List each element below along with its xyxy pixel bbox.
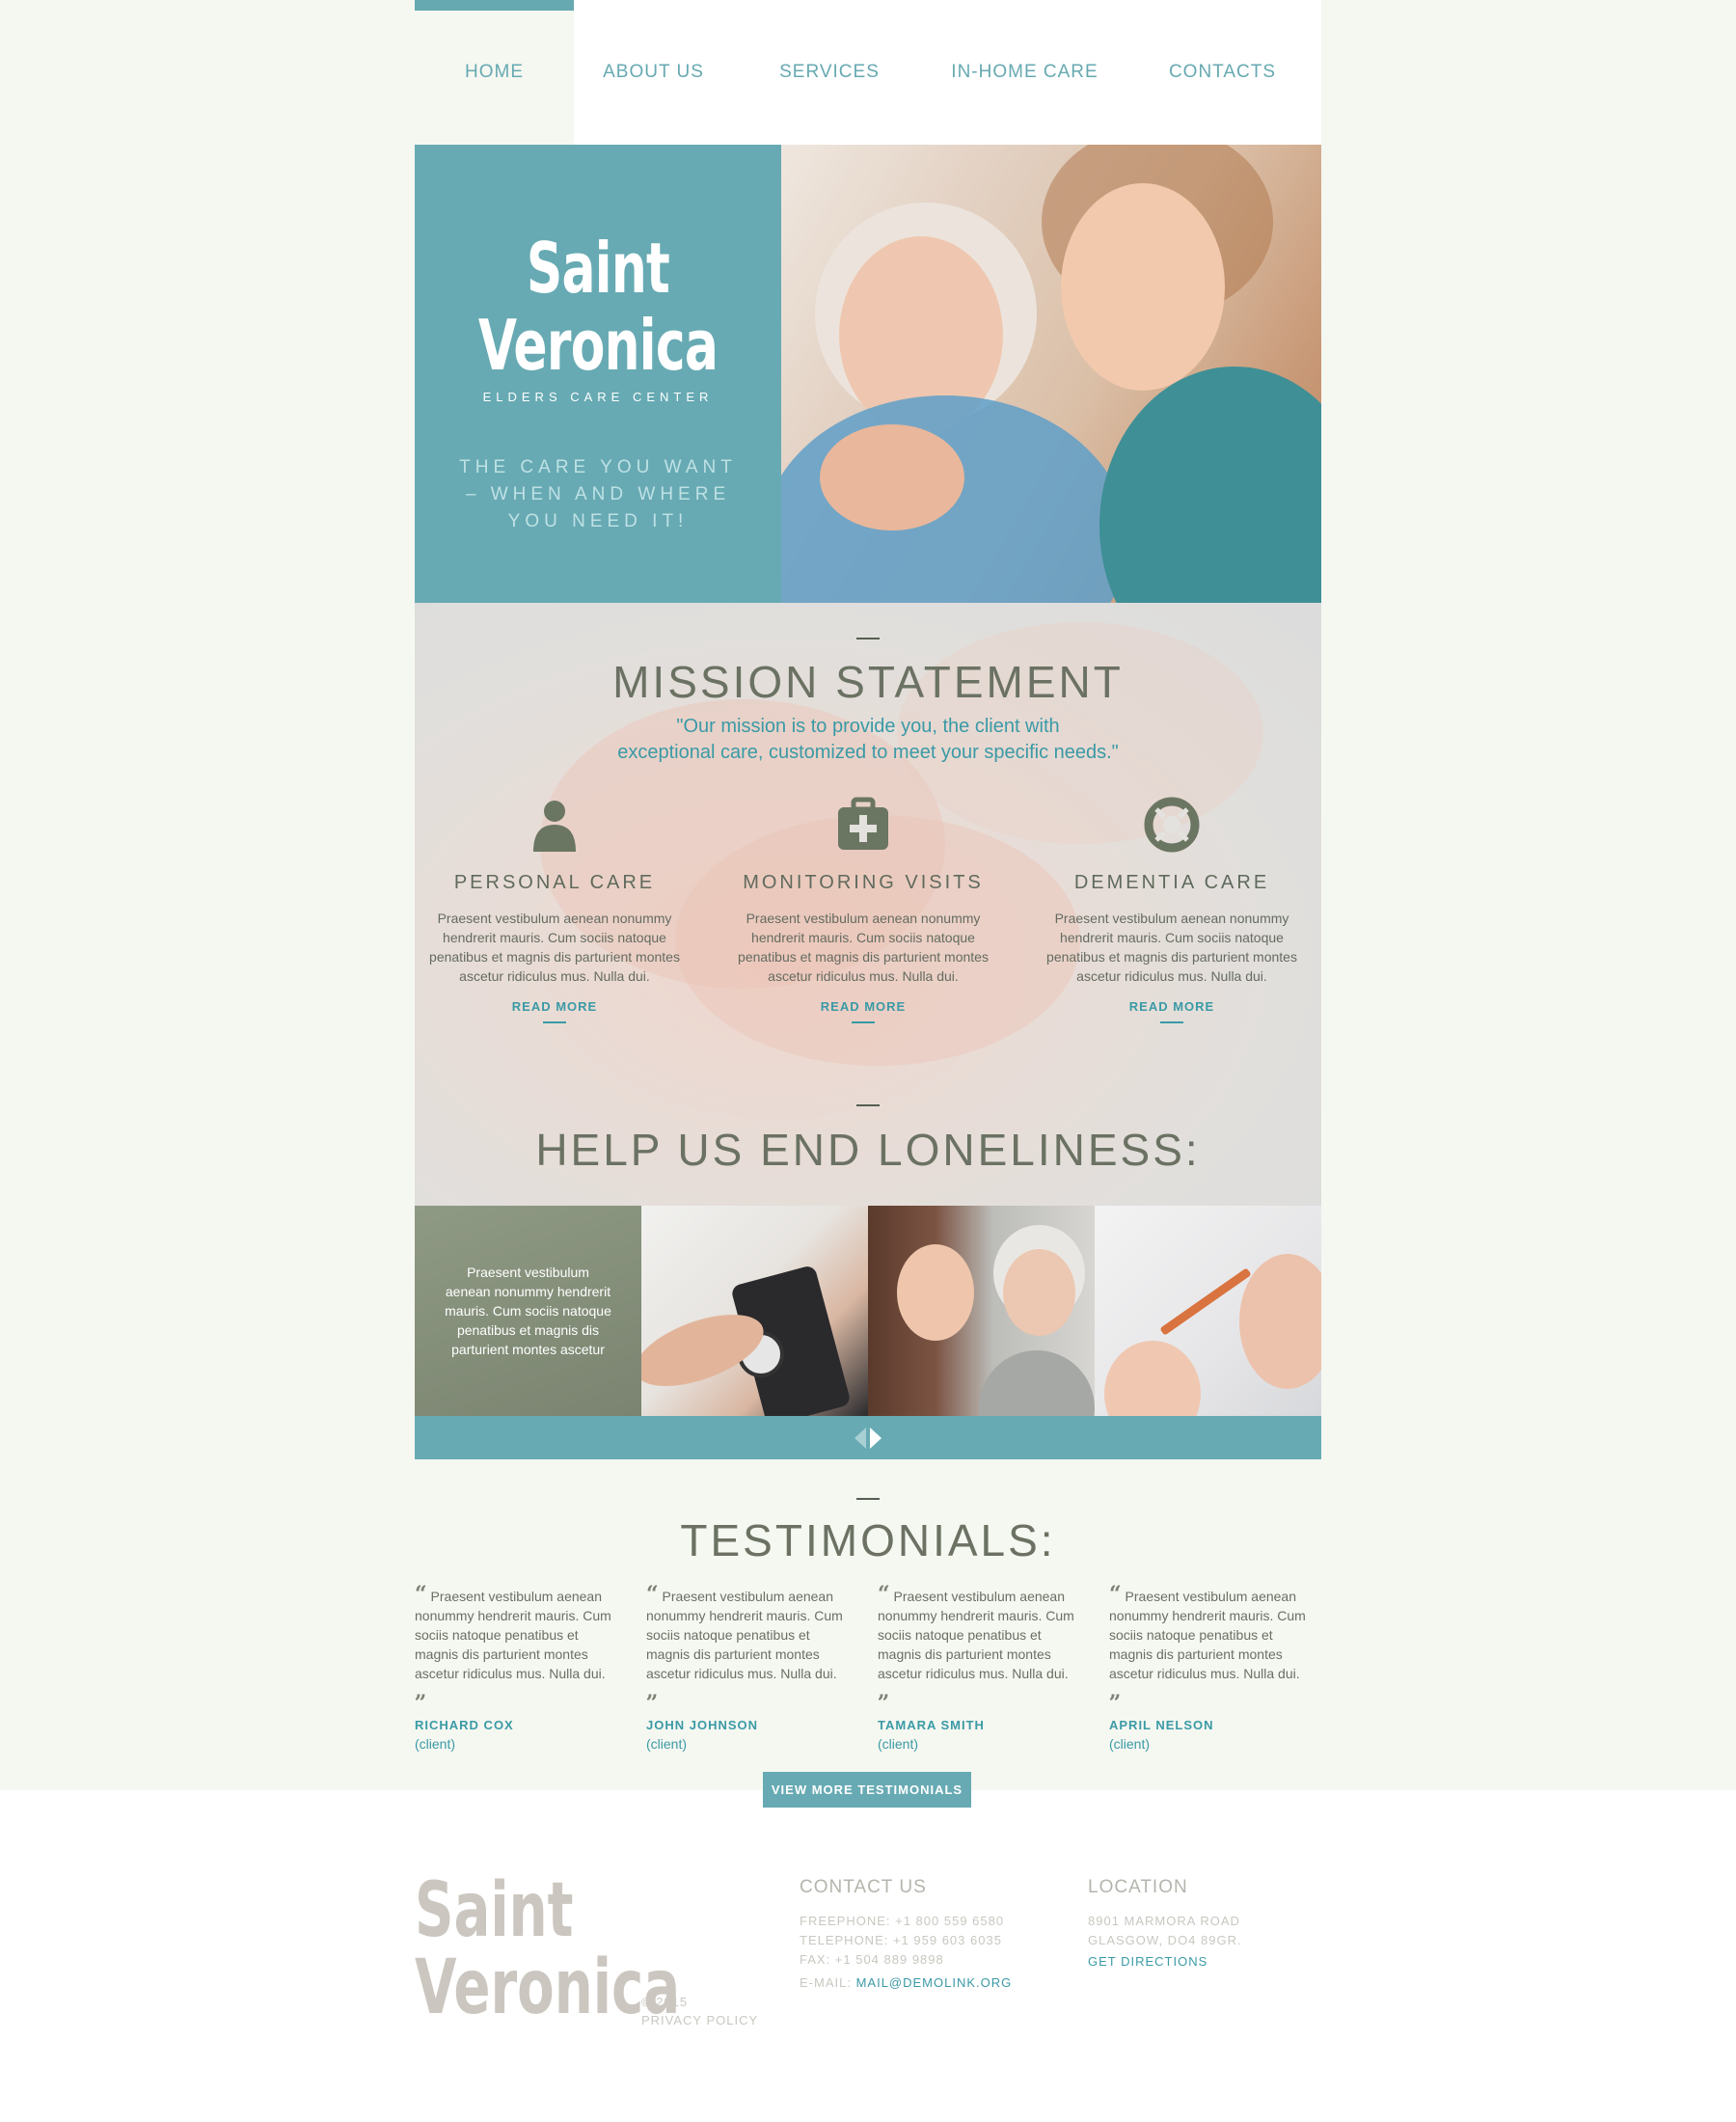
main-nav: HOME ABOUT US SERVICES IN-HOME CARE CONT… [415,0,1321,145]
footer-copyright: © 2015 PRIVACY POLICY [641,1993,758,2029]
testimonials-title: TESTIMONIALS: [680,1515,1056,1565]
title-divider [856,1498,880,1500]
gallery-photo-blood-pressure[interactable] [641,1206,868,1416]
hero-brand-panel: Saint Veronica ELDERS CARE CENTER THE CA… [415,145,781,603]
footer: Saint Veronica © 2015 PRIVACY POLICY CON… [0,1790,1736,2122]
footer-logo[interactable]: Saint Veronica [415,1872,680,2027]
testimonial-card: “ Praesent vestibulum aenean nonummy hen… [415,1584,617,1752]
address-line-2: GLASGOW, DO4 89GR. [1088,1933,1242,1947]
photo-gallery: Praesent vestibulum aenean nonummy hendr… [415,1206,1321,1416]
mission-quote-line-2: exceptional care, customized to meet you… [617,742,1119,763]
title-divider [856,638,880,639]
gallery-photo-injection[interactable] [1095,1206,1321,1416]
loneliness-title: HELP US END LONELINESS: [535,1125,1201,1175]
feature-title: PERSONAL CARE [453,872,656,893]
nav-home[interactable]: HOME [415,0,574,145]
read-more-link[interactable]: READ MORE [512,999,597,1023]
mission-title: MISSION STATEMENT [612,657,1124,707]
mission-quote-line-1: "Our mission is to provide you, the clie… [676,716,1060,737]
feature-title: DEMENTIA CARE [1073,872,1270,893]
testimonials-section: TESTIMONIALS: “ Praesent vestibulum aene… [415,1490,1321,1809]
gallery-slider-bar [415,1416,1321,1459]
next-arrow-icon[interactable] [870,1427,882,1449]
mission-section: MISSION STATEMENT "Our mission is to pro… [415,603,1321,1206]
testimonial-card: “ Praesent vestibulum aenean nonummy hen… [878,1584,1080,1752]
prev-arrow-icon[interactable] [854,1427,866,1449]
medical-kit-icon [838,797,888,850]
close-quote-icon: „ [646,1678,659,1703]
feature-text: Praesent vestibulum aenean nonummy hendr… [1046,911,1297,984]
get-directions-link[interactable]: GET DIRECTIONS [1088,1954,1242,1969]
brand-line-1: Saint [526,228,670,309]
email-row: E-MAIL: MAIL@DEMOLINK.ORG [800,1973,1012,1993]
testimonial-text: Praesent vestibulum aenean nonummy hendr… [415,1589,611,1681]
feature-title: MONITORING VISITS [743,872,984,893]
address-line-1: 8901 MARMORA ROAD [1088,1914,1240,1928]
telephone: TELEPHONE: +1 959 603 6035 [800,1933,1002,1947]
fax: FAX: +1 504 889 9898 [800,1952,944,1967]
close-quote-icon: „ [878,1678,890,1703]
email-link[interactable]: MAIL@DEMOLINK.ORG [856,1975,1013,1990]
nav-about[interactable]: ABOUT US [574,0,733,145]
hero: Saint Veronica ELDERS CARE CENTER THE CA… [415,145,1321,603]
location-heading: LOCATION [1088,1877,1188,1897]
testimonial-role: (client) [878,1736,919,1752]
person-icon [533,801,576,852]
read-more-link[interactable]: READ MORE [821,999,906,1023]
testimonial-role: (client) [1109,1736,1151,1752]
feature-monitoring-visits: MONITORING VISITS Praesent vestibulum ae… [733,796,993,1023]
testimonial-text: Praesent vestibulum aenean nonummy hendr… [878,1589,1074,1681]
lifebuoy-icon [1144,797,1200,853]
email-label: E-MAIL: [800,1975,856,1990]
testimonial-card: “ Praesent vestibulum aenean nonummy hen… [1109,1584,1312,1752]
copyright-text: © 2015 [641,1995,689,2009]
footer-brand-line-1: Saint [415,1867,574,1954]
title-divider [856,1104,880,1106]
brand-line-2: Veronica [477,305,719,386]
nav-in-home-care[interactable]: IN-HOME CARE [926,0,1124,145]
testimonial-role: (client) [415,1736,456,1752]
footer-location: LOCATION 8901 MARMORA ROAD GLASGOW, DO4 … [1088,1877,1242,1969]
feature-text: Praesent vestibulum aenean nonummy hendr… [738,911,989,984]
nav-contacts[interactable]: CONTACTS [1124,0,1321,145]
close-quote-icon: „ [415,1678,427,1703]
view-more-testimonials-button[interactable]: VIEW MORE TESTIMONIALS [763,1772,971,1808]
mission-quote: "Our mission is to provide you, the clie… [415,714,1321,766]
testimonial-text: Praesent vestibulum aenean nonummy hendr… [646,1589,843,1681]
gallery-caption: Praesent vestibulum aenean nonummy hendr… [445,1265,611,1357]
gallery-caption-tile[interactable]: Praesent vestibulum aenean nonummy hendr… [415,1206,641,1416]
open-quote-icon: “ [646,1582,659,1607]
gallery-photo-women[interactable] [868,1206,1095,1416]
freephone: FREEPHONE: +1 800 559 6580 [800,1914,1005,1928]
contact-heading: CONTACT US [800,1877,927,1897]
close-quote-icon: „ [1109,1678,1122,1703]
feature-dementia-care: DEMENTIA CARE Praesent vestibulum aenean… [1042,796,1302,1023]
testimonial-card: “ Praesent vestibulum aenean nonummy hen… [646,1584,849,1752]
brand-subtitle: ELDERS CARE CENTER [482,390,714,404]
open-quote-icon: “ [1109,1582,1122,1607]
hero-photo-caregiver-elder [781,145,1321,603]
testimonial-name[interactable]: APRIL NELSON [1109,1718,1312,1732]
feature-text: Praesent vestibulum aenean nonummy hendr… [429,911,680,984]
open-quote-icon: “ [878,1582,890,1607]
open-quote-icon: “ [415,1582,427,1607]
hero-tagline: THE CARE YOU WANT – WHEN AND WHERE YOU N… [459,457,737,531]
footer-contact: CONTACT US FREEPHONE: +1 800 559 6580 TE… [800,1877,1012,1993]
read-more-link[interactable]: READ MORE [1129,999,1214,1023]
footer-brand-line-2: Veronica [415,1945,681,2031]
nav-services[interactable]: SERVICES [733,0,926,145]
feature-personal-care: PERSONAL CARE Praesent vestibulum aenean… [424,796,685,1023]
testimonial-role: (client) [646,1736,688,1752]
testimonial-name[interactable]: JOHN JOHNSON [646,1718,849,1732]
privacy-policy-link[interactable]: PRIVACY POLICY [641,2011,758,2029]
testimonial-name[interactable]: TAMARA SMITH [878,1718,1080,1732]
testimonial-text: Praesent vestibulum aenean nonummy hendr… [1109,1589,1306,1681]
brand-logo[interactable]: Saint Veronica [466,230,730,384]
testimonial-name[interactable]: RICHARD COX [415,1718,617,1732]
